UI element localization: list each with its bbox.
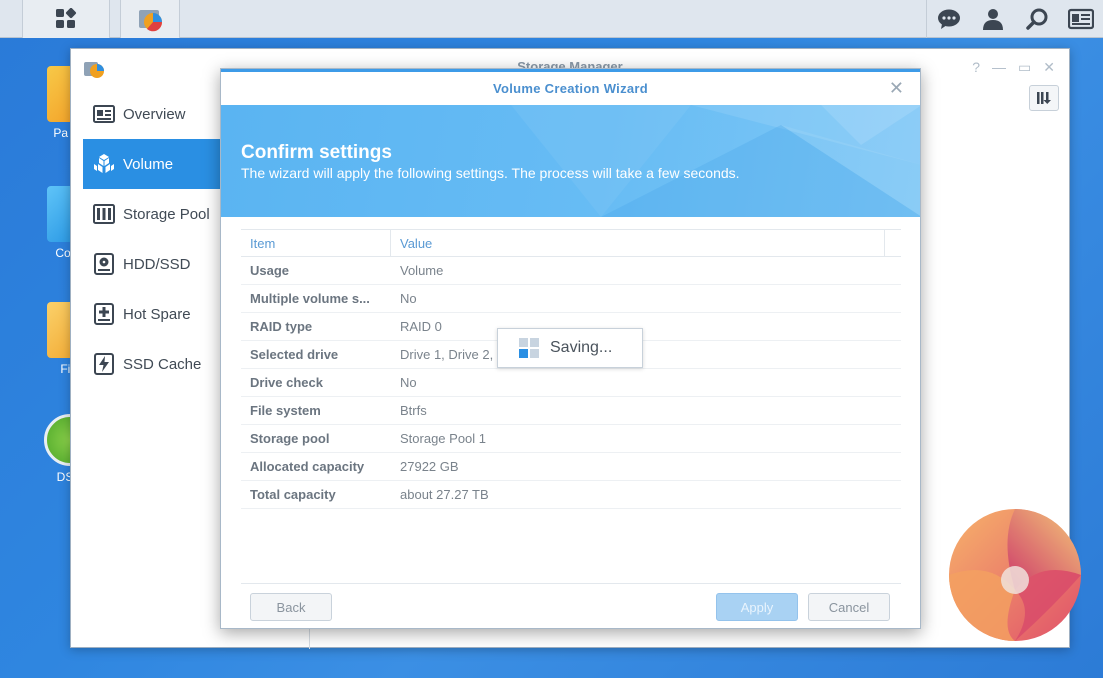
row-item-value: Volume: [400, 263, 444, 278]
hot-spare-icon: [93, 303, 115, 325]
sidebar-item-label: Hot Spare: [123, 305, 191, 323]
taskbar: [0, 0, 1103, 38]
row-item-label: Selected drive: [250, 347, 339, 362]
help-button[interactable]: ?: [972, 59, 980, 76]
user-icon: [983, 9, 1003, 30]
widgets-button[interactable]: [1059, 0, 1103, 38]
id-card-icon: [1068, 8, 1094, 30]
content-divider: [309, 629, 310, 649]
grid-icon: [56, 8, 77, 28]
loading-spinner-icon: [519, 338, 539, 358]
row-item-label: RAID type: [250, 319, 313, 334]
sidebar-item-label: Overview: [123, 105, 186, 123]
sidebar-item-label: Volume: [123, 155, 174, 173]
search-button[interactable]: [1015, 0, 1059, 38]
table-header: Item Value: [241, 229, 901, 257]
row-item-value: 27922 GB: [400, 459, 459, 474]
sidebar-item-label: SSD Cache: [123, 355, 202, 373]
saving-text: Saving...: [550, 339, 613, 356]
watermark-logo-icon: [949, 509, 1081, 641]
main-menu-button[interactable]: [22, 0, 110, 38]
table-row[interactable]: Multiple volume s... No: [241, 285, 901, 313]
table-row[interactable]: Usage Volume: [241, 257, 901, 285]
notifications-button[interactable]: [927, 0, 971, 38]
taskbar-storage-manager-button[interactable]: [120, 0, 180, 38]
column-header-item[interactable]: Item: [241, 230, 391, 256]
table-row[interactable]: Drive check No: [241, 369, 901, 397]
minimize-button[interactable]: —: [992, 59, 1006, 76]
volume-icon: [93, 153, 115, 175]
maximize-button[interactable]: ▭: [1018, 59, 1031, 76]
row-item-value: about 27.27 TB: [400, 487, 489, 502]
row-item-label: Usage: [250, 263, 290, 278]
chat-icon: [938, 9, 960, 29]
taskbar-right-tray: [926, 0, 1103, 38]
table-row[interactable]: Allocated capacity 27922 GB: [241, 453, 901, 481]
row-item-value: No: [400, 375, 417, 390]
row-item-label: Multiple volume s...: [250, 291, 370, 306]
wizard-banner: Confirm settings The wizard will apply t…: [221, 105, 920, 217]
table-row[interactable]: Storage pool Storage Pool 1: [241, 425, 901, 453]
storage-manager-icon: [139, 10, 163, 32]
sidebar-item-label: Storage Pool: [123, 205, 210, 223]
row-item-value: Btrfs: [400, 403, 427, 418]
sort-button[interactable]: [1029, 85, 1059, 111]
cancel-button[interactable]: Cancel: [808, 593, 890, 621]
wizard-heading: Confirm settings: [241, 142, 392, 163]
table-row[interactable]: File system Btrfs: [241, 397, 901, 425]
close-button[interactable]: ✕: [1043, 59, 1055, 76]
wizard-close-icon[interactable]: ✕: [889, 78, 904, 99]
row-item-label: Drive check: [250, 375, 323, 390]
table-body: Usage Volume Multiple volume s... No RAID ty…: [241, 257, 901, 509]
row-item-value: Storage Pool 1: [400, 431, 487, 446]
ssd-cache-icon: [93, 353, 115, 375]
back-button[interactable]: Back: [250, 593, 332, 621]
sidebar-item-label: HDD/SSD: [123, 255, 191, 273]
sort-icon: [1037, 92, 1051, 104]
row-item-label: Storage pool: [250, 431, 330, 446]
table-row[interactable]: Total capacity about 27.27 TB: [241, 481, 901, 509]
wizard-subtitle: The wizard will apply the following sett…: [241, 165, 740, 181]
wizard-title: Volume Creation Wizard: [492, 81, 649, 96]
saving-indicator: Saving...: [497, 328, 643, 368]
hdd-icon: [93, 253, 115, 275]
wizard-titlebar[interactable]: Volume Creation Wizard ✕: [221, 69, 920, 105]
row-item-label: File system: [250, 403, 321, 418]
storage-pool-icon: [93, 203, 115, 225]
row-item-value: No: [400, 291, 417, 306]
column-header-value[interactable]: Value: [391, 230, 885, 256]
row-item-label: Allocated capacity: [250, 459, 365, 474]
window-controls: ? — ▭ ✕: [972, 59, 1055, 76]
settings-table: Item Value Usage Volume Multiple volume s.…: [241, 229, 901, 509]
apply-button[interactable]: Apply: [716, 593, 798, 621]
search-icon: [1026, 8, 1048, 30]
user-button[interactable]: [971, 0, 1015, 38]
footer-divider: [241, 583, 901, 584]
row-item-label: Total capacity: [250, 487, 336, 502]
overview-icon: [93, 103, 115, 125]
